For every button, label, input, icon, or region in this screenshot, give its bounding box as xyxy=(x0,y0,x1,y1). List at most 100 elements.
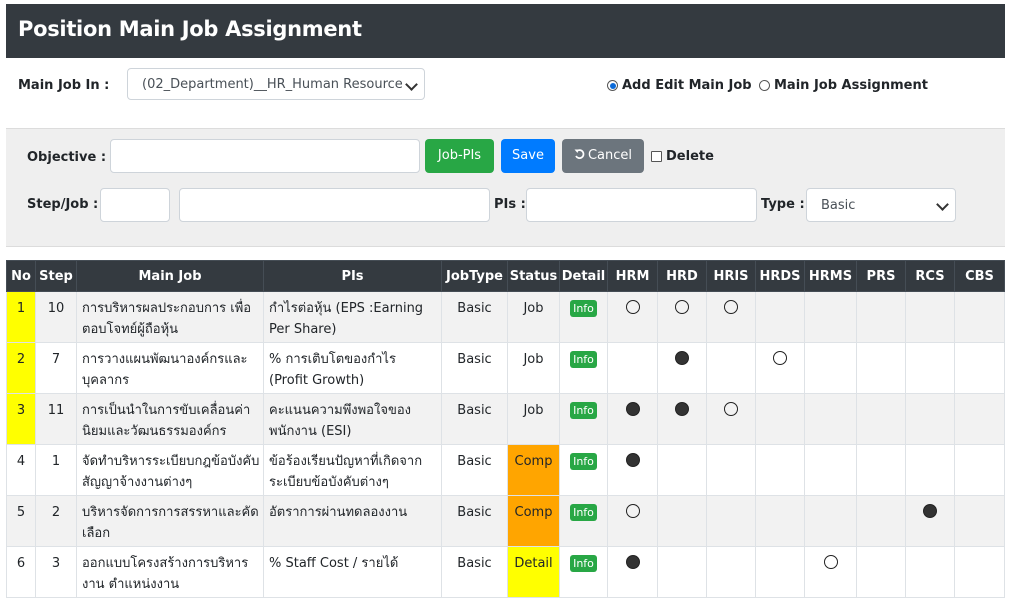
cell-hrds xyxy=(755,546,805,598)
cell-prs xyxy=(856,291,906,343)
table-row[interactable]: 5 2 บริหารจัดการการสรรหาและคัดเลือก อัตรากา… xyxy=(6,495,1005,547)
save-button[interactable]: Save xyxy=(501,139,555,173)
info-button[interactable]: Info xyxy=(570,504,597,521)
cell-hrds xyxy=(755,342,805,394)
column-header-pis: PIs xyxy=(263,260,442,292)
table-row[interactable]: 1 10 การบริหารผลประกอบการ เพื่อตอบโจทย์ผู้… xyxy=(6,291,1005,343)
column-header-prs: PRS xyxy=(856,260,906,292)
cell-no: 6 xyxy=(6,546,36,598)
cell-rcs xyxy=(905,546,955,598)
cell-hrds xyxy=(755,495,805,547)
cancel-button[interactable]: Cancel xyxy=(562,139,644,173)
cell-pis: ข้อร้องเรียนปัญหาที่เกิดจากระเบียบข้อบัง… xyxy=(263,444,442,496)
type-label: Type : xyxy=(761,197,805,212)
filled-circle-icon[interactable] xyxy=(923,504,937,518)
filled-circle-icon[interactable] xyxy=(625,402,640,416)
pis-label: PIs : xyxy=(494,197,526,212)
main-job-table: No Step Main Job PIs JobType Status Detail HRM H… xyxy=(6,260,1005,598)
cell-main-job: การบริหารผลประกอบการ เพื่อตอบโจทย์ผู้ถือ… xyxy=(76,291,264,343)
cell-step: 2 xyxy=(35,495,77,547)
cell-main-job: การเป็นนำในการขับเคลื่อนค่านิยมและวัฒนธร… xyxy=(76,393,264,445)
cell-step: 1 xyxy=(35,444,77,496)
table-row[interactable]: 3 11 การเป็นนำในการขับเคลื่อนค่านิยมและวัฒ… xyxy=(6,393,1005,445)
cell-step: 3 xyxy=(35,546,77,598)
info-button[interactable]: Info xyxy=(570,300,597,317)
open-circle-icon[interactable] xyxy=(823,555,838,569)
cell-hrds xyxy=(755,291,805,343)
radio-main-job-assignment[interactable] xyxy=(759,80,770,91)
table-row[interactable]: 2 7 การวางแผนพัฒนาองค์กรและบุคลากร% การเติ… xyxy=(6,342,1005,394)
cell-hrd xyxy=(657,546,707,598)
cell-hrd xyxy=(657,444,707,496)
cell-hrm xyxy=(607,342,658,394)
table-header-row: No Step Main Job PIs JobType Status Detail HRM H… xyxy=(6,260,1005,292)
type-select[interactable]: Basic xyxy=(806,188,956,222)
main-job-select[interactable]: (02_Department)__HR_Human Resource xyxy=(127,68,425,100)
open-circle-icon[interactable] xyxy=(675,300,689,314)
chevron-down-icon xyxy=(405,78,418,91)
column-header-hrms: HRMS xyxy=(804,260,857,292)
radio-add-edit-main-job[interactable] xyxy=(607,80,618,91)
cell-status: Job xyxy=(507,291,560,343)
cell-hrm xyxy=(607,444,658,496)
cell-hrds xyxy=(755,393,805,445)
page-header: Position Main Job Assignment xyxy=(6,4,1005,58)
column-header-no: No xyxy=(6,260,36,292)
radio-assignment-label: Main Job Assignment xyxy=(774,78,928,93)
chevron-down-icon xyxy=(936,198,949,211)
column-header-hrm: HRM xyxy=(607,260,658,292)
step-input[interactable] xyxy=(100,188,170,222)
cell-hrm xyxy=(607,393,658,445)
cell-hris xyxy=(706,342,756,394)
open-circle-icon[interactable] xyxy=(625,300,640,314)
column-header-rcs: RCS xyxy=(905,260,955,292)
delete-checkbox[interactable] xyxy=(651,151,662,162)
cell-step: 10 xyxy=(35,291,77,343)
cell-prs xyxy=(856,444,906,496)
cell-prs xyxy=(856,546,906,598)
cell-hrms xyxy=(804,291,857,343)
info-button[interactable]: Info xyxy=(570,555,597,572)
column-header-cbs: CBS xyxy=(954,260,1005,292)
job-input[interactable] xyxy=(179,188,490,222)
cell-detail: Info xyxy=(559,495,608,547)
objective-input[interactable] xyxy=(110,139,420,173)
cell-rcs xyxy=(905,393,955,445)
filled-circle-icon[interactable] xyxy=(675,351,689,365)
cell-detail: Info xyxy=(559,393,608,445)
open-circle-icon[interactable] xyxy=(625,504,640,518)
table-row[interactable]: 6 3 ออกแบบโครงสร้างการบริหารงาน ตำแหน่งงาน… xyxy=(6,546,1005,598)
info-button[interactable]: Info xyxy=(570,453,597,470)
cell-main-job: จัดทำบริหารระเบียบกฎข้อบังคับสัญญาจ้างงา… xyxy=(76,444,264,496)
info-button[interactable]: Info xyxy=(570,402,597,419)
cell-job-type: Basic xyxy=(441,546,508,598)
cell-job-type: Basic xyxy=(441,291,508,343)
cell-no: 5 xyxy=(6,495,36,547)
open-circle-icon[interactable] xyxy=(724,300,738,314)
cell-pis: อัตราการผ่านทดลองงาน xyxy=(263,495,442,547)
job-form: Objective : Job-PIs Save Cancel Delete S… xyxy=(6,128,1005,247)
table-row[interactable]: 4 1 จัดทำบริหารระเบียบกฎข้อบังคับสัญญาจ้าง… xyxy=(6,444,1005,496)
cell-main-job: ออกแบบโครงสร้างการบริหารงาน ตำแหน่งงาน xyxy=(76,546,264,598)
cell-cbs xyxy=(954,444,1005,496)
cell-prs xyxy=(856,342,906,394)
filled-circle-icon[interactable] xyxy=(675,402,689,416)
cell-hrd xyxy=(657,342,707,394)
cell-status: Job xyxy=(507,393,560,445)
cell-hrm xyxy=(607,291,658,343)
cell-hrd xyxy=(657,291,707,343)
cell-detail: Info xyxy=(559,291,608,343)
open-circle-icon[interactable] xyxy=(724,402,738,416)
open-circle-icon[interactable] xyxy=(773,351,787,365)
pis-input[interactable] xyxy=(526,188,757,222)
column-header-hris: HRIS xyxy=(706,260,756,292)
filled-circle-icon[interactable] xyxy=(625,555,640,569)
job-pis-button[interactable]: Job-PIs xyxy=(425,139,494,173)
cell-status: Job xyxy=(507,342,560,394)
cell-pis: คะแนนความพึงพอใจของพนักงาน (ESI) xyxy=(263,393,442,445)
cell-hrms xyxy=(804,546,857,598)
cell-step: 11 xyxy=(35,393,77,445)
cell-step: 7 xyxy=(35,342,77,394)
filled-circle-icon[interactable] xyxy=(625,453,640,467)
info-button[interactable]: Info xyxy=(570,351,597,368)
